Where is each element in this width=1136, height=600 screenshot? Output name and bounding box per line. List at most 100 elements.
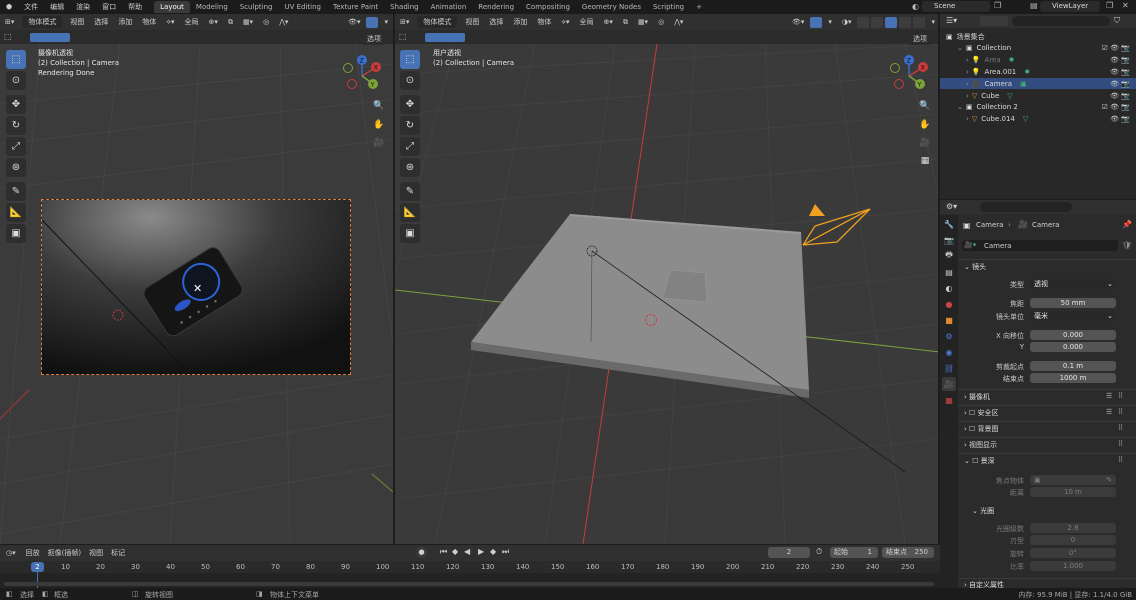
right-mode-dropdown[interactable]: 物体模式	[417, 16, 458, 28]
rotation-field[interactable]: 0°	[1030, 548, 1116, 558]
menu-keying[interactable]: 抠像(插帧)	[44, 548, 85, 558]
world-tab-icon[interactable]: ●	[942, 297, 956, 311]
shift-y-field[interactable]: 0.000	[1030, 342, 1116, 352]
camera-view-icon-right[interactable]: 🎥	[918, 136, 932, 150]
left-menu-add[interactable]: 添加	[113, 17, 137, 27]
visibility-toggle-icons[interactable]: 👁 📷	[1110, 56, 1130, 64]
scale-tool-icon[interactable]: ⤢	[6, 137, 26, 156]
editor-type-icon[interactable]: ⊞▾	[0, 18, 19, 26]
left-menu-view[interactable]: 视图	[65, 17, 89, 27]
constraints-tab-icon[interactable]: ⛓	[942, 361, 956, 375]
workspace-tab-compositing[interactable]: Compositing	[520, 1, 576, 13]
left-menu-object[interactable]: 物体	[137, 17, 161, 27]
preset-list-icon-2[interactable]: ☰	[1106, 408, 1112, 416]
expand-chevron-icon[interactable]: ›	[966, 56, 969, 64]
workspace-tab-animation[interactable]: Animation	[425, 1, 473, 13]
safe-areas-panel-header[interactable]: › ☐ 安全区	[964, 408, 999, 418]
drag-handle-icon[interactable]: ⠿	[1118, 392, 1123, 400]
visibility-icon-right[interactable]: 👁▾	[787, 18, 809, 26]
dof-panel-header[interactable]: ⌄ ☐ 景深	[964, 456, 995, 466]
measure-tool-icon[interactable]: 📐	[6, 203, 26, 222]
select-mode-buttons-right[interactable]	[425, 33, 465, 42]
gizmo-menu-icon[interactable]: ▾	[379, 18, 393, 26]
texture-tab-icon[interactable]: ▦	[942, 393, 956, 407]
cursor-tool-icon-right[interactable]: ⊙	[400, 71, 420, 90]
fstop-field[interactable]: 2.8	[1030, 523, 1116, 533]
scene-selector[interactable]: Scene	[922, 1, 990, 12]
select-box-tool-icon[interactable]: ⬚	[6, 50, 26, 69]
left-orientation-dropdown[interactable]: 全局	[180, 17, 204, 27]
outliner-row-area-001[interactable]: › 💡 Area.001 ✹ 👁 📷	[940, 66, 1136, 77]
left-options-button[interactable]: 选项	[362, 33, 386, 45]
blender-logo-icon[interactable]: ⬢	[0, 3, 18, 11]
remove-view-layer-icon[interactable]: ✕	[1122, 1, 1129, 10]
view-layer-selector[interactable]: ViewLayer	[1040, 1, 1100, 12]
falloff-icon-right[interactable]: ⋀▾	[669, 18, 688, 26]
expand-chevron-icon[interactable]: ›	[966, 68, 969, 76]
camera-type-dropdown[interactable]: 透视 ⌄	[1030, 279, 1116, 289]
camera-data-selector[interactable]: 🎥▾ Camera	[962, 240, 1118, 251]
expand-chevron-icon[interactable]: ›	[966, 80, 969, 88]
properties-editor-icon[interactable]: ⚙▾	[946, 202, 957, 211]
menu-window[interactable]: 窗口	[96, 2, 122, 12]
visibility-toggle-icons[interactable]: 👁 📷	[1110, 80, 1130, 88]
cursor-tool-icon[interactable]: ⊙	[6, 71, 26, 90]
start-frame-field[interactable]: 起始 1	[830, 547, 878, 558]
properties-search-input[interactable]	[980, 202, 1072, 212]
distance-field[interactable]: 10 m	[1030, 487, 1116, 497]
wireframe-shading-icon[interactable]	[871, 16, 884, 28]
transform-tool-icon-right[interactable]: ⊛	[400, 158, 420, 177]
add-cube-tool-icon[interactable]: ▣	[6, 224, 26, 243]
current-frame-field[interactable]: 2	[768, 547, 810, 558]
right-menu-select[interactable]: 选择	[484, 17, 508, 27]
drag-handle-icon-3[interactable]: ⠿	[1118, 424, 1123, 432]
right-menu-object[interactable]: 物体	[532, 17, 556, 27]
lens-unit-dropdown[interactable]: 毫米 ⌄	[1030, 311, 1116, 321]
workspace-tab-scripting[interactable]: Scripting	[647, 1, 690, 13]
workspace-tab-texture-paint[interactable]: Texture Paint	[327, 1, 384, 13]
right-options-button[interactable]: 选项	[908, 33, 932, 45]
blades-field[interactable]: 0	[1030, 535, 1116, 545]
zoom-icon[interactable]: 🔍	[372, 99, 386, 113]
tool-tab-icon[interactable]: 🔧	[942, 217, 956, 231]
snap-target-icon-right[interactable]: ▦▾	[633, 18, 653, 26]
play-reverse-icon[interactable]: ◀	[464, 547, 470, 556]
expand-chevron-icon[interactable]: ⌄	[957, 103, 963, 111]
outliner-search-input[interactable]	[1012, 16, 1110, 26]
focal-length-field[interactable]: 50 mm	[1030, 298, 1116, 308]
outliner-row-collection[interactable]: ⌄ ▣ Collection ☑ 👁 📷	[940, 43, 1136, 54]
visibility-toggle-icons[interactable]: ☑ 👁 📷	[1102, 44, 1130, 52]
menu-edit[interactable]: 编辑	[44, 2, 70, 12]
workspace-tab-shading[interactable]: Shading	[384, 1, 424, 13]
menu-render[interactable]: 渲染	[70, 2, 96, 12]
expand-chevron-icon[interactable]: ›	[966, 115, 969, 123]
overlay-icon[interactable]: ◑▾	[837, 18, 857, 26]
select-mode-buttons[interactable]	[30, 33, 70, 42]
pivot-icon-right[interactable]: ⊕▾	[599, 18, 618, 26]
viewport-display-panel-header[interactable]: › 视图显示	[964, 440, 997, 450]
render-tab-icon[interactable]: 📷	[942, 233, 956, 247]
pivot-icon[interactable]: ⊕▾	[204, 18, 223, 26]
transform-orientation-icon-right[interactable]: ⟡▾	[556, 18, 574, 27]
right-orientation-dropdown[interactable]: 全局	[575, 17, 599, 27]
workspace-tab-sculpting[interactable]: Sculpting	[234, 1, 279, 13]
outliner-row-cube[interactable]: › ▽ Cube ▽ 👁 📷	[940, 90, 1136, 101]
outliner-row-cube-014[interactable]: › ▽ Cube.014 ▽ 👁 📷	[940, 114, 1136, 125]
expand-chevron-icon[interactable]: ›	[966, 92, 969, 100]
menu-timeline-view[interactable]: 视图	[85, 548, 107, 558]
ratio-field[interactable]: 1.000	[1030, 561, 1116, 571]
left-viewport[interactable]: 摄像机透视 (2) Collection | Camera Rendering …	[0, 44, 393, 544]
workspace-tab-layout[interactable]: Layout	[154, 1, 190, 13]
visibility-toggle-icons[interactable]: ☑ 👁 📷	[1102, 103, 1130, 111]
outliner-row-camera[interactable]: › 🎥 Camera ▣ 👁 📷	[940, 78, 1136, 90]
focus-object-field[interactable]: ▣ ✎	[1030, 475, 1116, 485]
transform-orientation-icon[interactable]: ⟡▾	[161, 18, 179, 27]
proportional-edit-icon[interactable]: ◎	[258, 18, 274, 26]
visibility-toggle-icons[interactable]: 👁 📷	[1110, 92, 1130, 100]
gizmo-toggle-icon-right[interactable]	[810, 16, 823, 28]
measure-tool-icon-right[interactable]: 📐	[400, 203, 420, 222]
annotate-tool-icon[interactable]: ✎	[6, 182, 26, 201]
physics-tab-icon[interactable]: ◉	[942, 345, 956, 359]
copy-scene-icon[interactable]: ❐	[994, 1, 1001, 10]
rendered-shading-icon[interactable]	[913, 16, 926, 28]
